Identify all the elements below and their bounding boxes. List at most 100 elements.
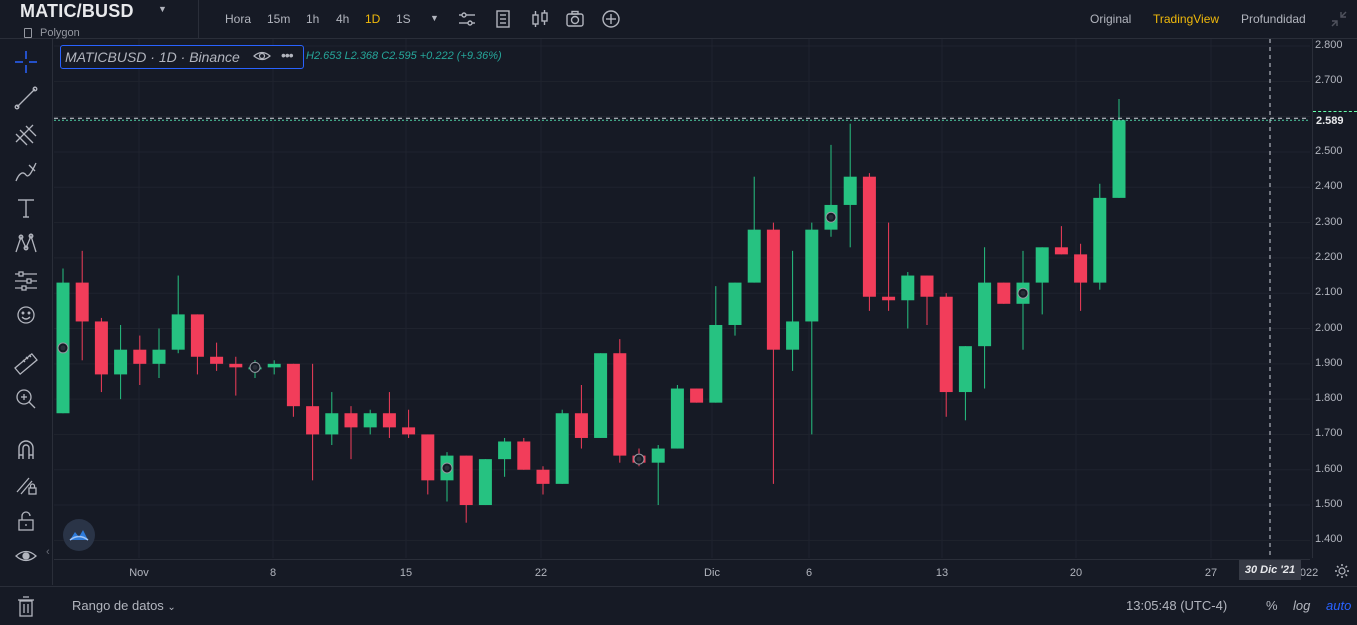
symbol-title[interactable]: MATIC/BUSD <box>20 1 134 22</box>
time-tick-label: 6 <box>805 567 813 579</box>
time-tick-label: 13 <box>935 567 949 579</box>
tf-1d[interactable]: 1D <box>365 12 380 26</box>
tf-4h[interactable]: 4h <box>336 12 349 26</box>
candle-body <box>459 455 473 506</box>
time-tick-label: 20 <box>1069 567 1083 579</box>
chart-area[interactable] <box>54 39 1310 558</box>
brush-icon[interactable] <box>13 159 39 185</box>
token-icon <box>24 28 32 38</box>
candle-body <box>670 388 684 449</box>
lock-drawing-icon[interactable] <box>13 472 39 498</box>
candle-body <box>1054 247 1068 255</box>
indicators-settings-icon[interactable] <box>457 9 477 29</box>
candle-body <box>325 413 339 435</box>
candle-body <box>267 363 281 368</box>
candle-body <box>498 441 512 460</box>
collapse-toolbar-icon[interactable]: ‹ <box>46 546 50 558</box>
more-timeframes-icon[interactable]: ▼ <box>430 13 439 23</box>
candle-body <box>574 413 588 438</box>
candle-body <box>709 324 723 403</box>
tf-hora[interactable]: Hora <box>225 12 251 26</box>
candle-body <box>1112 120 1126 198</box>
template-icon[interactable] <box>493 9 513 29</box>
candle-body <box>286 363 300 407</box>
log-toggle[interactable]: log <box>1293 598 1310 613</box>
range-selector[interactable]: Rango de datos ⌄ <box>72 598 176 613</box>
time-tick-label: 8 <box>269 567 277 579</box>
candlestick-chart[interactable] <box>54 39 1310 558</box>
percent-toggle[interactable]: % <box>1266 598 1278 613</box>
forecast-icon[interactable] <box>13 268 39 294</box>
candle-body <box>171 314 185 350</box>
candle-body <box>210 356 224 364</box>
fib-icon[interactable] <box>13 122 39 148</box>
time-axis[interactable]: Nov 8 15 22 Dic 6 13 20 27 2022 <box>54 559 1318 586</box>
text-icon[interactable] <box>13 195 39 221</box>
event-marker-dot <box>636 456 642 462</box>
candle-body <box>862 176 876 297</box>
candle-body <box>882 296 896 301</box>
crosshair-icon[interactable] <box>13 49 39 75</box>
zoom-in-icon[interactable] <box>13 386 39 412</box>
candle-body <box>363 413 377 428</box>
camera-icon[interactable] <box>565 9 585 29</box>
price-tick-label: 1.400 <box>1315 533 1343 546</box>
candle-body <box>747 229 761 283</box>
tradingview-logo[interactable] <box>63 519 95 551</box>
add-icon[interactable] <box>601 9 621 29</box>
event-marker-dot <box>1020 290 1026 296</box>
time-tick-label: 15 <box>399 567 413 579</box>
collapse-icon[interactable] <box>1329 9 1349 29</box>
clock-time[interactable]: 13:05:48 (UTC-4) <box>1126 598 1227 613</box>
time-tick-label: 22 <box>534 567 548 579</box>
more-options-icon[interactable]: ••• <box>281 47 294 63</box>
symbol-legend[interactable]: MATICBUSD · 1D · Binance ••• <box>60 45 304 69</box>
time-tick-label: 27 <box>1204 567 1218 579</box>
price-tick-label: 1.800 <box>1315 392 1343 405</box>
visibility-icon[interactable] <box>253 48 271 67</box>
axis-settings-icon[interactable] <box>1334 563 1350 582</box>
chevron-down-icon: ⌄ <box>167 602 176 613</box>
candle-body <box>1035 247 1049 283</box>
emoji-icon[interactable] <box>13 302 39 328</box>
trend-line-icon[interactable] <box>13 85 39 111</box>
drawing-toolbar <box>0 39 53 617</box>
candle-body <box>94 321 108 375</box>
candle-body <box>1074 254 1088 283</box>
candle-body <box>805 229 819 322</box>
candle-body <box>421 434 435 481</box>
event-marker-dot <box>444 465 450 471</box>
price-tick-label: 1.900 <box>1315 356 1343 369</box>
candle-body <box>344 413 358 428</box>
magnet-icon[interactable] <box>13 437 39 463</box>
tf-15m[interactable]: 15m <box>267 12 290 26</box>
price-tick-label: 2.800 <box>1315 39 1343 52</box>
ruler-icon[interactable] <box>13 351 39 377</box>
candle-body <box>382 413 396 428</box>
price-tick-label: 1.700 <box>1315 427 1343 440</box>
ohlc-values: H2.653 L2.368 C2.595 +0.222 (+9.36%) <box>306 50 502 62</box>
bottom-bar: Rango de datos ⌄ 13:05:48 (UTC-4) % log … <box>0 586 1357 625</box>
tf-1s[interactable]: 1S <box>396 12 411 26</box>
eye-icon[interactable] <box>13 543 39 569</box>
candle-body <box>402 427 416 435</box>
candle-body <box>1093 197 1107 283</box>
symbol-dropdown-icon[interactable]: ▼ <box>158 4 167 14</box>
unlock-icon[interactable] <box>13 508 39 534</box>
pattern-icon[interactable] <box>13 231 39 257</box>
view-tradingview[interactable]: TradingView <box>1153 12 1219 26</box>
time-tick-label: Dic <box>704 567 720 579</box>
auto-toggle[interactable]: auto <box>1326 598 1351 613</box>
tf-1h[interactable]: 1h <box>306 12 319 26</box>
candle-style-icon[interactable] <box>530 9 550 29</box>
view-original[interactable]: Original <box>1090 12 1131 26</box>
price-tick-label: 2.700 <box>1315 74 1343 87</box>
candle-body <box>517 441 531 470</box>
price-tick-label: 2.000 <box>1315 321 1343 334</box>
candle-body <box>306 406 320 435</box>
candle-body <box>536 469 550 484</box>
candle-body <box>594 353 608 438</box>
candle-body <box>478 459 492 506</box>
view-profundidad[interactable]: Profundidad <box>1241 12 1306 26</box>
legend-text: MATICBUSD · 1D · Binance <box>65 49 240 65</box>
